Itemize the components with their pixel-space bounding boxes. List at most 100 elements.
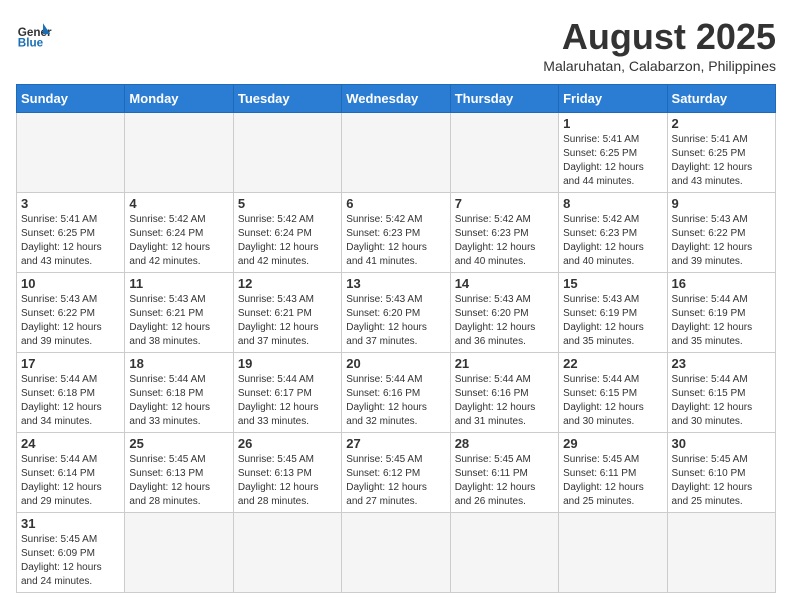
day-number: 12: [238, 276, 337, 291]
calendar-cell: 10 Sunrise: 5:43 AM Sunset: 6:22 PM Dayli…: [17, 273, 125, 353]
calendar-cell: 3 Sunrise: 5:41 AM Sunset: 6:25 PM Daylig…: [17, 193, 125, 273]
calendar-cell: 2Sunrise: 5:41 AM Sunset: 6:25 PM Daylig…: [667, 113, 775, 193]
calendar-week-row: 24 Sunrise: 5:44 AM Sunset: 6:14 PM Dayli…: [17, 433, 776, 513]
calendar-cell: 11Sunrise: 5:43 AM Sunset: 6:21 PM Dayli…: [125, 273, 233, 353]
day-info: Sunrise: 5:41 AM Sunset: 6:25 PM Dayligh…: [563, 133, 662, 189]
calendar-subtitle: Malaruhatan, Calabarzon, Philippines: [543, 58, 776, 74]
day-info: Sunrise: 5:43 AM Sunset: 6:19 PM Dayligh…: [563, 293, 662, 349]
day-info: Sunrise: 5:42 AM Sunset: 6:23 PM Dayligh…: [346, 213, 445, 269]
calendar-cell: 13 Sunrise: 5:43 AM Sunset: 6:20 PM Dayli…: [342, 273, 450, 353]
calendar-cell: 6 Sunrise: 5:42 AM Sunset: 6:23 PM Daylig…: [342, 193, 450, 273]
calendar-body: 1 Sunrise: 5:41 AM Sunset: 6:25 PM Daylig…: [17, 113, 776, 593]
calendar-cell: 4 Sunrise: 5:42 AM Sunset: 6:24 PM Daylig…: [125, 193, 233, 273]
day-info: Sunrise: 5:45 AM Sunset: 6:13 PM Dayligh…: [238, 453, 337, 509]
day-info: Sunrise: 5:41 AM Sunset: 6:25 PM Dayligh…: [672, 133, 771, 189]
day-number: 25: [129, 436, 228, 451]
day-number: 7: [455, 196, 554, 211]
calendar-week-row: 17 Sunrise: 5:44 AM Sunset: 6:18 PM Dayli…: [17, 353, 776, 433]
calendar-cell: 14 Sunrise: 5:43 AM Sunset: 6:20 PM Dayli…: [450, 273, 558, 353]
header: General Blue August 2025 Malaruhatan, Ca…: [16, 16, 776, 74]
day-info: Sunrise: 5:45 AM Sunset: 6:10 PM Dayligh…: [672, 453, 771, 509]
calendar-cell: 8Sunrise: 5:42 AM Sunset: 6:23 PM Daylig…: [559, 193, 667, 273]
day-info: Sunrise: 5:43 AM Sunset: 6:20 PM Dayligh…: [455, 293, 554, 349]
day-info: Sunrise: 5:44 AM Sunset: 6:18 PM Dayligh…: [129, 373, 228, 429]
day-number: 4: [129, 196, 228, 211]
calendar-week-row: 3 Sunrise: 5:41 AM Sunset: 6:25 PM Daylig…: [17, 193, 776, 273]
calendar-cell: 9Sunrise: 5:43 AM Sunset: 6:22 PM Daylig…: [667, 193, 775, 273]
day-number: 14: [455, 276, 554, 291]
calendar-cell: 18 Sunrise: 5:44 AM Sunset: 6:18 PM Dayli…: [125, 353, 233, 433]
day-info: Sunrise: 5:45 AM Sunset: 6:11 PM Dayligh…: [455, 453, 554, 509]
day-info: Sunrise: 5:44 AM Sunset: 6:14 PM Dayligh…: [21, 453, 120, 509]
day-number: 8: [563, 196, 662, 211]
day-info: Sunrise: 5:45 AM Sunset: 6:11 PM Dayligh…: [563, 453, 662, 509]
day-number: 6: [346, 196, 445, 211]
calendar-cell: 24 Sunrise: 5:44 AM Sunset: 6:14 PM Dayli…: [17, 433, 125, 513]
day-number: 9: [672, 196, 771, 211]
day-number: 11: [129, 276, 228, 291]
calendar-cell: [17, 113, 125, 193]
calendar-cell: 12 Sunrise: 5:43 AM Sunset: 6:21 PM Dayli…: [233, 273, 341, 353]
day-info: Sunrise: 5:43 AM Sunset: 6:22 PM Dayligh…: [21, 293, 120, 349]
day-number: 31: [21, 516, 120, 531]
day-info: Sunrise: 5:44 AM Sunset: 6:19 PM Dayligh…: [672, 293, 771, 349]
day-info: Sunrise: 5:44 AM Sunset: 6:17 PM Dayligh…: [238, 373, 337, 429]
logo-icon: General Blue: [16, 16, 52, 52]
calendar-cell: 15 Sunrise: 5:43 AM Sunset: 6:19 PM Dayli…: [559, 273, 667, 353]
calendar-cell: [125, 113, 233, 193]
calendar-cell: 31 Sunrise: 5:45 AM Sunset: 6:09 PM Dayli…: [17, 513, 125, 593]
calendar-cell: [342, 513, 450, 593]
day-number: 24: [21, 436, 120, 451]
day-number: 15: [563, 276, 662, 291]
day-number: 28: [455, 436, 554, 451]
day-info: Sunrise: 5:41 AM Sunset: 6:25 PM Dayligh…: [21, 213, 120, 269]
day-info: Sunrise: 5:44 AM Sunset: 6:15 PM Dayligh…: [563, 373, 662, 429]
day-number: 10: [21, 276, 120, 291]
calendar-cell: 28 Sunrise: 5:45 AM Sunset: 6:11 PM Dayli…: [450, 433, 558, 513]
weekday-header-saturday: Saturday: [667, 85, 775, 113]
day-info: Sunrise: 5:43 AM Sunset: 6:20 PM Dayligh…: [346, 293, 445, 349]
weekday-header-sunday: Sunday: [17, 85, 125, 113]
calendar-week-row: 10 Sunrise: 5:43 AM Sunset: 6:22 PM Dayli…: [17, 273, 776, 353]
calendar-cell: [450, 113, 558, 193]
day-number: 17: [21, 356, 120, 371]
day-info: Sunrise: 5:43 AM Sunset: 6:21 PM Dayligh…: [238, 293, 337, 349]
day-number: 13: [346, 276, 445, 291]
calendar-cell: 16Sunrise: 5:44 AM Sunset: 6:19 PM Dayli…: [667, 273, 775, 353]
calendar-cell: 30 Sunrise: 5:45 AM Sunset: 6:10 PM Dayli…: [667, 433, 775, 513]
day-info: Sunrise: 5:45 AM Sunset: 6:12 PM Dayligh…: [346, 453, 445, 509]
calendar-cell: [450, 513, 558, 593]
calendar-cell: 5Sunrise: 5:42 AM Sunset: 6:24 PM Daylig…: [233, 193, 341, 273]
calendar-cell: 17Sunrise: 5:44 AM Sunset: 6:18 PM Dayli…: [17, 353, 125, 433]
day-info: Sunrise: 5:44 AM Sunset: 6:16 PM Dayligh…: [455, 373, 554, 429]
day-number: 23: [672, 356, 771, 371]
calendar-cell: [667, 513, 775, 593]
day-number: 19: [238, 356, 337, 371]
day-number: 1: [563, 116, 662, 131]
weekday-header-monday: Monday: [125, 85, 233, 113]
day-info: Sunrise: 5:42 AM Sunset: 6:24 PM Dayligh…: [129, 213, 228, 269]
day-number: 22: [563, 356, 662, 371]
calendar-cell: [233, 513, 341, 593]
day-info: Sunrise: 5:44 AM Sunset: 6:16 PM Dayligh…: [346, 373, 445, 429]
calendar-cell: [125, 513, 233, 593]
logo: General Blue: [16, 16, 52, 52]
calendar-cell: 29Sunrise: 5:45 AM Sunset: 6:11 PM Dayli…: [559, 433, 667, 513]
day-info: Sunrise: 5:42 AM Sunset: 6:24 PM Dayligh…: [238, 213, 337, 269]
day-number: 26: [238, 436, 337, 451]
day-info: Sunrise: 5:42 AM Sunset: 6:23 PM Dayligh…: [455, 213, 554, 269]
calendar-week-row: 31 Sunrise: 5:45 AM Sunset: 6:09 PM Dayli…: [17, 513, 776, 593]
calendar-cell: 23 Sunrise: 5:44 AM Sunset: 6:15 PM Dayli…: [667, 353, 775, 433]
weekday-header-friday: Friday: [559, 85, 667, 113]
weekday-header-tuesday: Tuesday: [233, 85, 341, 113]
day-info: Sunrise: 5:45 AM Sunset: 6:09 PM Dayligh…: [21, 533, 120, 589]
day-number: 18: [129, 356, 228, 371]
day-number: 3: [21, 196, 120, 211]
calendar-title: August 2025: [543, 16, 776, 58]
day-number: 30: [672, 436, 771, 451]
day-number: 20: [346, 356, 445, 371]
day-info: Sunrise: 5:44 AM Sunset: 6:15 PM Dayligh…: [672, 373, 771, 429]
calendar-cell: 22 Sunrise: 5:44 AM Sunset: 6:15 PM Dayli…: [559, 353, 667, 433]
calendar-cell: 20 Sunrise: 5:44 AM Sunset: 6:16 PM Dayli…: [342, 353, 450, 433]
title-area: August 2025 Malaruhatan, Calabarzon, Phi…: [543, 16, 776, 74]
